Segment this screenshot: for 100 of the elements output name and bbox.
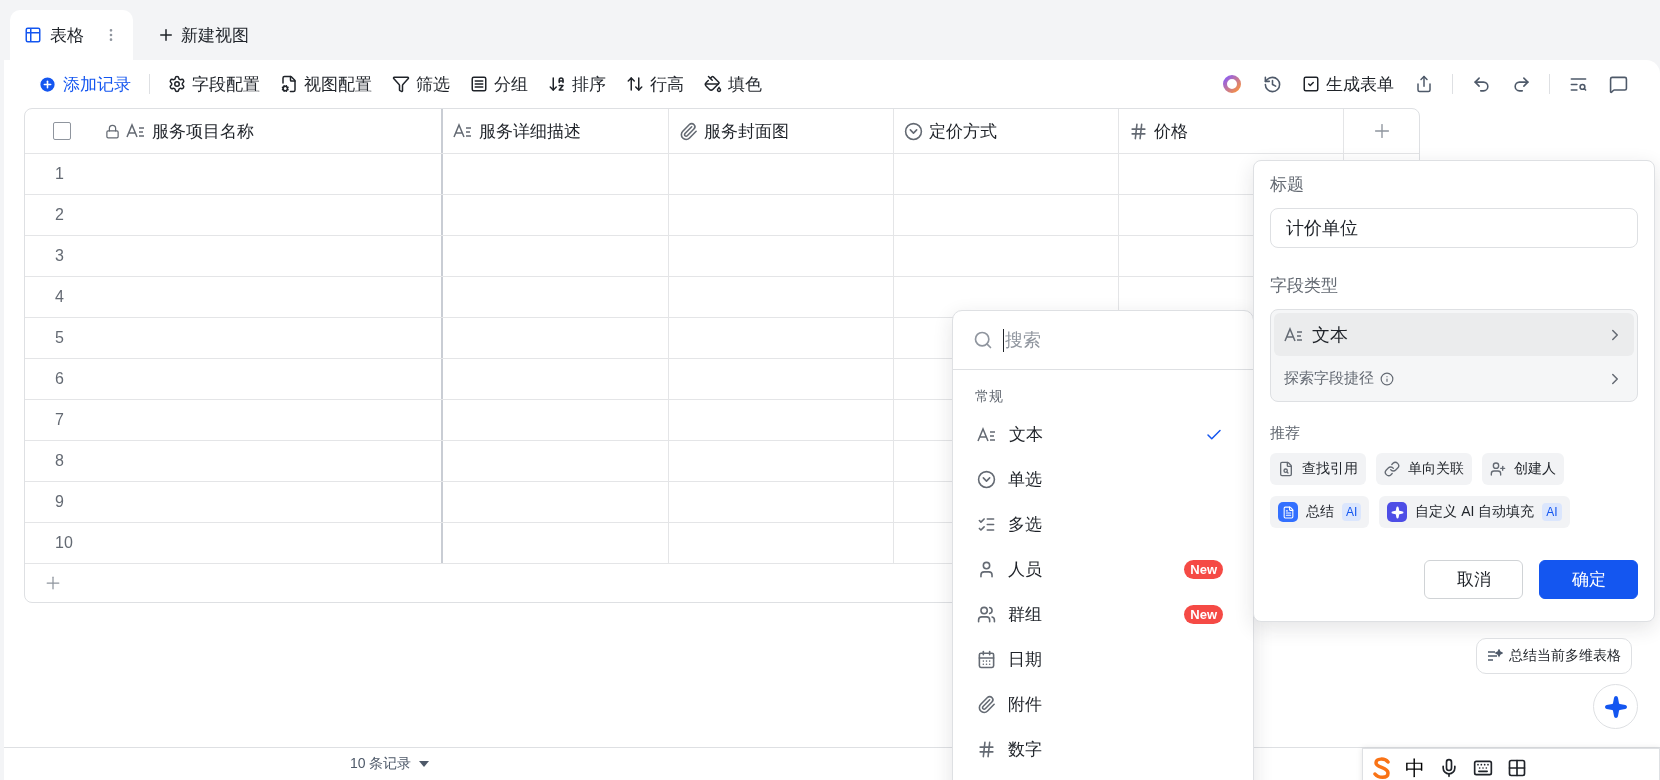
row-number: 9: [55, 493, 64, 511]
sparkle-icon: [1603, 694, 1628, 719]
column-name: 价格: [1154, 120, 1188, 143]
lines-sparkle-icon: [1487, 649, 1503, 663]
field-label: 字段类型: [1270, 275, 1339, 297]
record-count-button[interactable]: 10 条记录: [344, 754, 436, 774]
paperclip-icon: [977, 695, 996, 714]
paperclip-icon: [679, 121, 698, 141]
field-type-item[interactable]: 群组 New: [953, 592, 1253, 637]
field-type-select[interactable]: 文本: [1274, 313, 1634, 356]
column-name: 服务详细描述: [479, 120, 581, 143]
field-type-item[interactable]: 附件: [953, 682, 1253, 727]
input-mode-label[interactable]: 中: [1405, 754, 1425, 780]
toolbar-button[interactable]: 字段配置: [160, 68, 268, 100]
ai-badge: AI: [1542, 503, 1562, 521]
field-type-item[interactable]: 数字: [953, 727, 1253, 772]
ai-badge: AI: [1342, 503, 1362, 521]
checklist-icon: [977, 515, 996, 534]
row-number: 3: [55, 247, 64, 265]
dropdown-triangle-icon: [419, 761, 430, 767]
toolbar-button[interactable]: 填色: [696, 68, 770, 100]
document-search-icon: [1278, 461, 1294, 477]
keyboard-icon[interactable]: [1473, 758, 1493, 778]
text-type-icon: [453, 122, 473, 140]
row-number: 7: [55, 411, 64, 429]
row-number: 8: [55, 452, 64, 470]
link-icon: [1384, 461, 1400, 477]
sparkle-app-icon: [1387, 502, 1408, 522]
plus-icon: [157, 26, 175, 44]
column-name: 定价方式: [929, 120, 997, 143]
info-icon: [1380, 371, 1394, 386]
column-name: 服务项目名称: [152, 120, 254, 143]
column-header[interactable]: 价格: [1119, 109, 1344, 153]
ai-suggestion-button[interactable]: 总结当前多维表格: [1476, 638, 1632, 674]
field-type-item[interactable]: 单选: [953, 457, 1253, 502]
cancel-button[interactable]: 取消: [1424, 560, 1523, 599]
row-number: 5: [55, 329, 64, 347]
up-down-arrows-icon: [626, 75, 644, 93]
plus-circle-icon: [38, 74, 57, 94]
select-all-checkbox[interactable]: [53, 122, 71, 140]
recommendation-chip[interactable]: 查找引用: [1270, 453, 1366, 485]
generate-form-button[interactable]: 生成表单: [1294, 68, 1402, 100]
field-type-item[interactable]: 文本: [953, 412, 1253, 457]
person-icon: [977, 560, 996, 579]
person-plus-icon: [1490, 461, 1506, 477]
row-number: 4: [55, 288, 64, 306]
confirm-button[interactable]: 确定: [1539, 560, 1638, 599]
row-number: 2: [55, 206, 64, 224]
field-label: 推荐: [1270, 424, 1301, 443]
toolbar-button[interactable]: 筛选: [384, 68, 458, 100]
toolbar-button[interactable]: 视图配置: [272, 68, 380, 100]
filter-icon: [392, 75, 410, 93]
table-icon: [24, 26, 42, 44]
text-type-icon: [126, 122, 146, 140]
text-type-icon: [977, 425, 997, 444]
s-logo-icon: [1373, 757, 1391, 779]
column-header[interactable]: 定价方式: [894, 109, 1119, 153]
column-header[interactable]: 服务详细描述: [443, 109, 669, 153]
hash-icon: [1129, 121, 1148, 141]
add-record-button[interactable]: 添加记录: [30, 68, 139, 100]
row-number: 6: [55, 370, 64, 388]
toolbar-button[interactable]: 排序: [540, 68, 614, 100]
toolbar-button[interactable]: 分组: [462, 68, 536, 100]
new-badge: New: [1184, 605, 1223, 624]
field-type-item[interactable]: 多选: [953, 502, 1253, 547]
tab-label: 表格: [50, 24, 84, 47]
title-field[interactable]: 计价单位: [1270, 208, 1638, 248]
microphone-icon[interactable]: [1439, 758, 1459, 778]
summary-app-icon: [1278, 502, 1298, 522]
toolbar-button[interactable]: 行高: [618, 68, 692, 100]
calendar-icon: [977, 650, 996, 669]
document-gear-icon: [280, 75, 298, 93]
section-label: 常规: [974, 387, 1004, 406]
field-type-item[interactable]: 日期: [953, 637, 1253, 682]
recommendation-chip[interactable]: 创建人: [1482, 453, 1564, 485]
field-label: 标题: [1270, 174, 1305, 196]
text-type-icon: [1284, 325, 1304, 344]
field-shortcut-button[interactable]: 探索字段捷径: [1274, 356, 1634, 401]
chevron-circle-icon: [977, 470, 996, 489]
grid-icon[interactable]: [1507, 758, 1527, 778]
column-name: 服务封面图: [704, 120, 789, 143]
list-box-icon: [470, 75, 488, 93]
column-header[interactable]: 服务项目名称: [25, 109, 443, 153]
search-icon: [973, 330, 993, 350]
sort-icon: [548, 75, 566, 93]
new-badge: New: [1184, 560, 1223, 579]
recommendation-chip[interactable]: 单向关联: [1376, 453, 1472, 485]
column-header[interactable]: 服务封面图: [669, 109, 894, 153]
row-number: 1: [55, 165, 64, 183]
checkbox-square-icon: [1302, 75, 1320, 93]
hash-icon: [977, 740, 996, 759]
view-tab[interactable]: 表格: [10, 10, 133, 60]
new-view-button[interactable]: 新建视图: [147, 10, 259, 60]
chevron-circle-icon: [904, 121, 923, 141]
field-type-item[interactable]: 人员 New: [953, 547, 1253, 592]
paint-bucket-icon: [704, 75, 722, 93]
people-icon: [977, 605, 996, 624]
recommendation-chip[interactable]: 自定义 AI 自动填充 AI: [1379, 496, 1570, 528]
settings-icon: [168, 75, 186, 93]
recommendation-chip[interactable]: 总结 AI: [1270, 496, 1370, 528]
